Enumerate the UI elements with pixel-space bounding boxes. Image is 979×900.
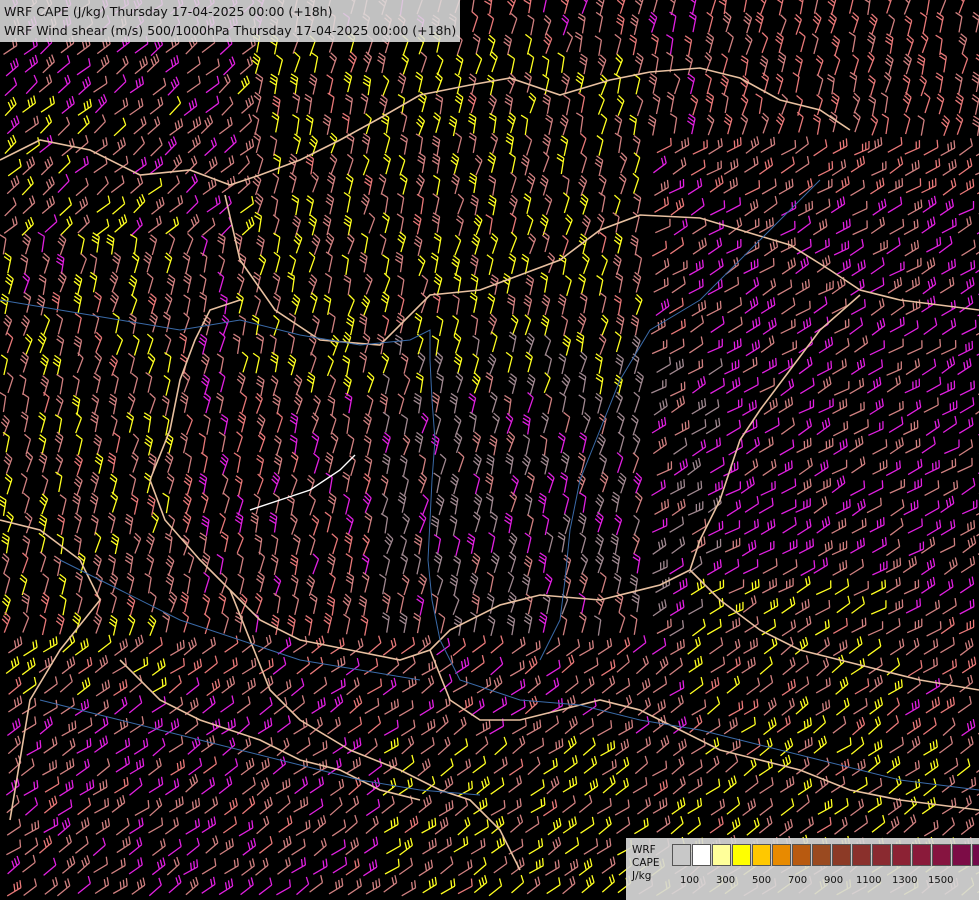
legend-swatch bbox=[852, 844, 871, 866]
legend-color-bar bbox=[672, 844, 979, 866]
legend-tick-100: 100 bbox=[680, 875, 700, 886]
legend-swatch bbox=[832, 844, 851, 866]
legend-swatch bbox=[692, 844, 711, 866]
legend-swatch bbox=[952, 844, 971, 866]
map-background bbox=[0, 0, 979, 900]
cape-legend: WRF CAPE J/kg 100 300 500 700 900 1100 1… bbox=[626, 838, 979, 900]
cape-title: WRF CAPE (J/kg) Thursday 17-04-2025 00:0… bbox=[4, 4, 333, 19]
legend-tick-1500: 1500 bbox=[928, 875, 954, 886]
legend-tick-1300: 1300 bbox=[892, 875, 918, 886]
legend-tick-500: 500 bbox=[752, 875, 772, 886]
legend-tick-1100: 1100 bbox=[856, 875, 882, 886]
legend-swatch bbox=[892, 844, 911, 866]
legend-swatch bbox=[972, 844, 979, 866]
legend-label-field: CAPE bbox=[632, 857, 660, 869]
legend-swatch bbox=[752, 844, 771, 866]
legend-swatch bbox=[912, 844, 931, 866]
legend-swatch bbox=[932, 844, 951, 866]
cape-wind-shear-map bbox=[0, 0, 979, 900]
legend-labels: WRF CAPE J/kg bbox=[632, 844, 659, 883]
legend-label-unit: J/kg bbox=[632, 870, 652, 882]
legend-label-model: WRF bbox=[632, 844, 656, 856]
legend-tick-300: 300 bbox=[716, 875, 736, 886]
legend-swatch bbox=[672, 844, 691, 866]
legend-swatch bbox=[712, 844, 731, 866]
legend-swatch bbox=[812, 844, 831, 866]
legend-tick-700: 700 bbox=[788, 875, 808, 886]
legend-tick-900: 900 bbox=[824, 875, 844, 886]
legend-swatch bbox=[732, 844, 751, 866]
legend-ticks: 100 300 500 700 900 1100 1300 1500 bbox=[672, 875, 972, 889]
legend-swatch bbox=[872, 844, 891, 866]
legend-swatch bbox=[792, 844, 811, 866]
wind-shear-title: WRF Wind shear (m/s) 500/1000hPa Thursda… bbox=[4, 23, 457, 38]
legend-swatch bbox=[772, 844, 791, 866]
map-title-box: WRF CAPE (J/kg) Thursday 17-04-2025 00:0… bbox=[0, 0, 461, 42]
